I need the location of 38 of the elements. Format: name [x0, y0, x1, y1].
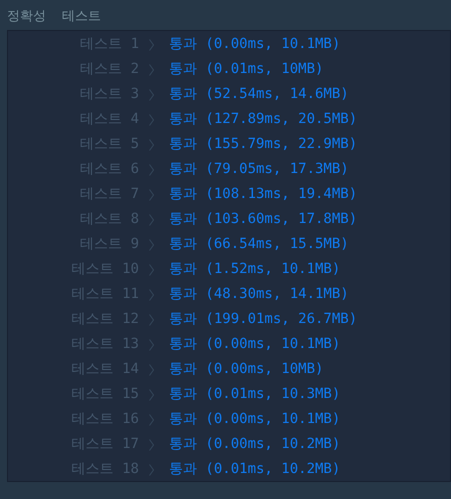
test-result: 통과 (108.13ms, 19.4MB) [169, 185, 358, 204]
test-result: 통과 (155.79ms, 22.9MB) [169, 135, 358, 154]
chevron-right-icon [149, 188, 154, 200]
test-result: 통과 (0.01ms, 10.2MB) [169, 460, 340, 479]
test-result: 통과 (48.30ms, 14.1MB) [169, 285, 349, 304]
tab[interactable]: 정확성 [7, 8, 46, 22]
test-result: 통과 (66.54ms, 15.5MB) [169, 235, 349, 254]
chevron-right-icon [149, 264, 154, 276]
chevron-right-icon [149, 314, 154, 326]
chevron-right-icon [149, 238, 154, 250]
test-result: 통과 (79.05ms, 17.3MB) [169, 160, 349, 179]
test-result: 통과 (0.00ms, 10.1MB) [169, 335, 340, 354]
test-result: 통과 (103.60ms, 17.8MB) [169, 210, 358, 229]
chevron-right-icon [149, 414, 154, 426]
test-result: 통과 (0.01ms, 10MB) [169, 60, 324, 79]
chevron-right-icon [149, 138, 154, 150]
test-result: 통과 (1.52ms, 10.1MB) [169, 260, 340, 279]
chevron-right-icon [149, 88, 154, 100]
chevron-right-icon [149, 438, 154, 450]
chevron-right-icon [149, 38, 154, 50]
test-result: 통과 (0.01ms, 10.3MB) [169, 385, 340, 404]
chevron-right-icon [149, 464, 154, 476]
test-result: 통과 (127.89ms, 20.5MB) [169, 110, 358, 129]
test-result: 통과 (52.54ms, 14.6MB) [169, 85, 349, 104]
chevron-right-icon [149, 164, 154, 176]
test-result: 통과 (0.00ms, 10.1MB) [169, 35, 340, 54]
chevron-right-icon [149, 388, 154, 400]
chevron-right-icon [149, 364, 154, 376]
test-result: 통과 (0.00ms, 10.1MB) [169, 410, 340, 429]
chevron-right-icon [149, 114, 154, 126]
tab[interactable]: 테스트 [62, 8, 101, 22]
chevron-right-icon [149, 214, 154, 226]
test-result: 통과 (0.00ms, 10MB) [169, 360, 324, 379]
chevron-right-icon [149, 64, 154, 76]
chevron-right-icon [149, 288, 154, 300]
chevron-right-icon [149, 338, 154, 350]
test-result: 통과 (199.01ms, 26.7MB) [169, 310, 358, 329]
test-result: 통과 (0.00ms, 10.2MB) [169, 435, 340, 454]
